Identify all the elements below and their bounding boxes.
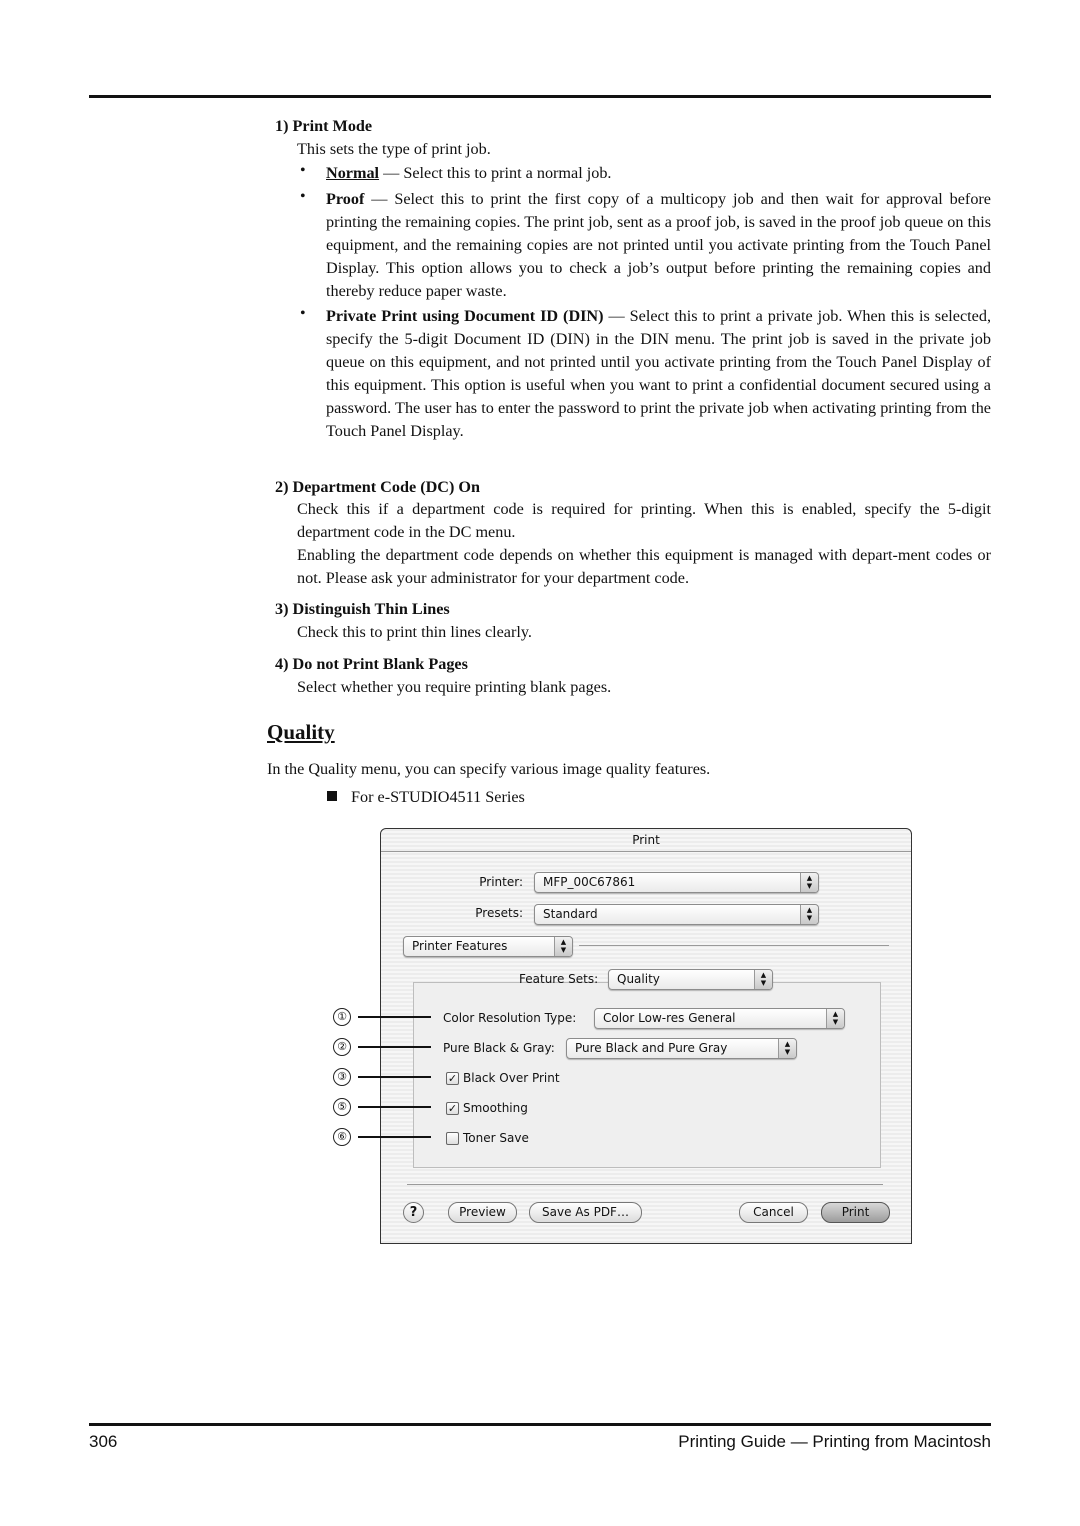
pure-black-value: Pure Black and Pure Gray (575, 1041, 728, 1055)
pure-black-select[interactable]: Pure Black and Pure Gray ▲ ▼ (566, 1038, 797, 1059)
panel-separator (579, 945, 889, 946)
page-number: 306 (89, 1432, 118, 1451)
color-resolution-value: Color Low-res General (603, 1011, 736, 1025)
save-as-pdf-button[interactable]: Save As PDF… (529, 1202, 642, 1223)
callout-line (358, 1016, 431, 1018)
print-dialog: Print Printer: MFP_00C67861 ▲ ▼ Presets: … (380, 828, 912, 1244)
preview-button[interactable]: Preview (448, 1202, 517, 1223)
bullet-term: Proof (326, 190, 365, 208)
callout-line (358, 1136, 431, 1138)
help-button[interactable]: ? (403, 1202, 424, 1223)
callout-number: ③ (333, 1068, 351, 1086)
bullet-icon: • (300, 162, 306, 179)
printer-label: Printer: (479, 875, 523, 889)
series-note: For e-STUDIO4511 Series (327, 786, 525, 809)
popup-arrows-icon: ▲ ▼ (754, 970, 772, 989)
section-paragraph: Select whether you require printing blan… (297, 678, 612, 696)
bullet-term: Private Print using Document ID (DIN) (326, 307, 604, 325)
bullet-text: — Select this to print the first copy of… (326, 190, 991, 300)
popup-arrows-icon: ▲ ▼ (826, 1009, 844, 1028)
presets-select[interactable]: Standard ▲ ▼ (534, 904, 819, 925)
quality-intro: In the Quality menu, you can specify var… (267, 760, 711, 778)
black-over-print-checkbox[interactable]: ✓ (446, 1072, 459, 1085)
callout-line (358, 1046, 431, 1048)
toner-save-checkbox[interactable] (446, 1132, 459, 1145)
color-resolution-label: Color Resolution Type: (443, 1011, 577, 1025)
feature-sets-select[interactable]: Quality ▲ ▼ (608, 969, 773, 990)
black-over-print-label: Black Over Print (463, 1071, 560, 1085)
section-heading: 3) Distinguish Thin Lines (275, 600, 450, 618)
bullet-text: — Select this to print a private job. Wh… (326, 307, 991, 440)
footer-separator (407, 1184, 883, 1185)
feature-sets-value: Quality (617, 972, 660, 986)
section-heading: 4) Do not Print Blank Pages (275, 655, 468, 673)
print-button[interactable]: Print (821, 1202, 890, 1223)
bullet-text: — Select this to print a normal job. (379, 164, 612, 182)
bullet-icon: • (300, 188, 306, 205)
section-heading: 1) Print Mode (275, 117, 373, 135)
section-intro: This sets the type of print job. (297, 140, 491, 158)
toner-save-label: Toner Save (463, 1131, 529, 1145)
callout-line (358, 1076, 431, 1078)
callout-number: ⑥ (333, 1128, 351, 1146)
callout-number: ② (333, 1038, 351, 1056)
footer-title: Printing Guide — Printing from Macintosh (678, 1432, 991, 1451)
popup-arrows-icon: ▲ ▼ (778, 1039, 796, 1058)
section-heading: 2) Department Code (DC) On (275, 478, 481, 496)
square-bullet-icon (327, 791, 337, 801)
quality-title: Quality (267, 720, 335, 744)
feature-sets-label: Feature Sets: (519, 972, 599, 986)
bullet-term: Normal (326, 164, 380, 182)
bullet-proof: Proof — Select this to print the first c… (326, 188, 991, 303)
series-note-text: For e-STUDIO4511 Series (351, 788, 525, 806)
bullet-icon: • (300, 305, 306, 322)
section-paragraph: Enabling the department code depends on … (297, 546, 991, 587)
popup-arrows-icon: ▲ ▼ (800, 905, 818, 924)
color-resolution-select[interactable]: Color Low-res General ▲ ▼ (594, 1008, 845, 1029)
callout-line (358, 1106, 431, 1108)
panel-select[interactable]: Printer Features ▲ ▼ (403, 936, 573, 957)
section-paragraph: Check this to print thin lines clearly. (297, 623, 532, 641)
cancel-button[interactable]: Cancel (739, 1202, 808, 1223)
panel-value: Printer Features (412, 939, 508, 953)
header-rule (89, 95, 991, 98)
callout-number: ⑤ (333, 1098, 351, 1116)
footer-rule (89, 1423, 991, 1426)
section-paragraph: Check this if a department code is requi… (297, 500, 991, 541)
dialog-title: Print (381, 829, 911, 852)
smoothing-checkbox[interactable]: ✓ (446, 1102, 459, 1115)
popup-arrows-icon: ▲ ▼ (800, 873, 818, 892)
callout-number: ① (333, 1008, 351, 1026)
presets-value: Standard (543, 907, 598, 921)
bullet-private-print: Private Print using Document ID (DIN) — … (326, 305, 991, 443)
presets-label: Presets: (475, 906, 523, 920)
pure-black-label: Pure Black & Gray: (443, 1041, 555, 1055)
printer-select[interactable]: MFP_00C67861 ▲ ▼ (534, 872, 819, 893)
printer-value: MFP_00C67861 (543, 875, 636, 889)
smoothing-label: Smoothing (463, 1101, 528, 1115)
bullet-normal: Normal — Select this to print a normal j… (326, 162, 991, 185)
popup-arrows-icon: ▲ ▼ (554, 937, 572, 956)
